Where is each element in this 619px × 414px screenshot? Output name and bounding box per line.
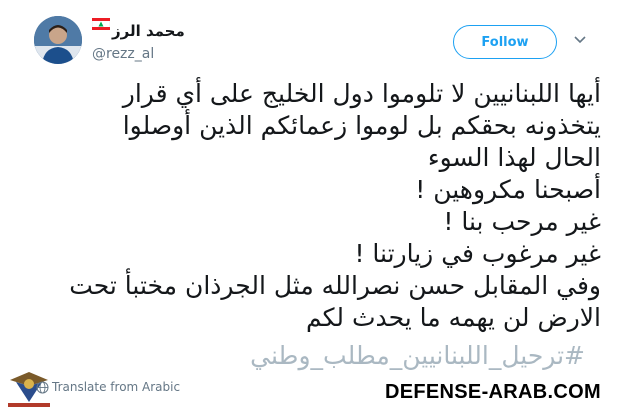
tweet-line: أيها اللبنانيين لا تلوموا دول الخليج على… [122,79,601,108]
watermark-text: DEFENSE-ARAB.COM [385,381,601,403]
translate-link[interactable]: Translate from Arabic [52,380,180,394]
hashtag-link[interactable]: #ترحيل_اللبنانيين_مطلب_وطني [250,341,585,370]
tweet-line: أصبحنا مكروهين ! [415,175,601,204]
tweet-line: وفي المقابل حسن نصرالله مثل الجرذان مختب… [69,271,601,300]
tweet-header: محمد الرز @rezz_al Follow [0,0,619,80]
tweet-line: يتخذونه بحقكم بل لوموا زعمائكم الذين أوص… [122,111,601,140]
follow-button[interactable]: Follow [453,25,557,59]
tweet-line: غير مرغوب في زيارتنا ! [354,239,601,268]
tweet-line: الارض لن يهمه ما يحدث لكم [305,303,601,332]
chevron-down-icon[interactable] [573,33,587,47]
tweet-text: أيها اللبنانيين لا تلوموا دول الخليج على… [11,78,601,334]
globe-icon [36,381,49,394]
avatar[interactable] [34,16,82,64]
display-name[interactable]: محمد الرز [112,22,185,40]
lebanon-flag-icon [92,18,110,30]
tweet-line: الحال لهذا السوء [427,143,601,172]
tweet-line: غير مرحب بنا ! [443,207,601,236]
user-handle[interactable]: @rezz_al [92,46,154,62]
